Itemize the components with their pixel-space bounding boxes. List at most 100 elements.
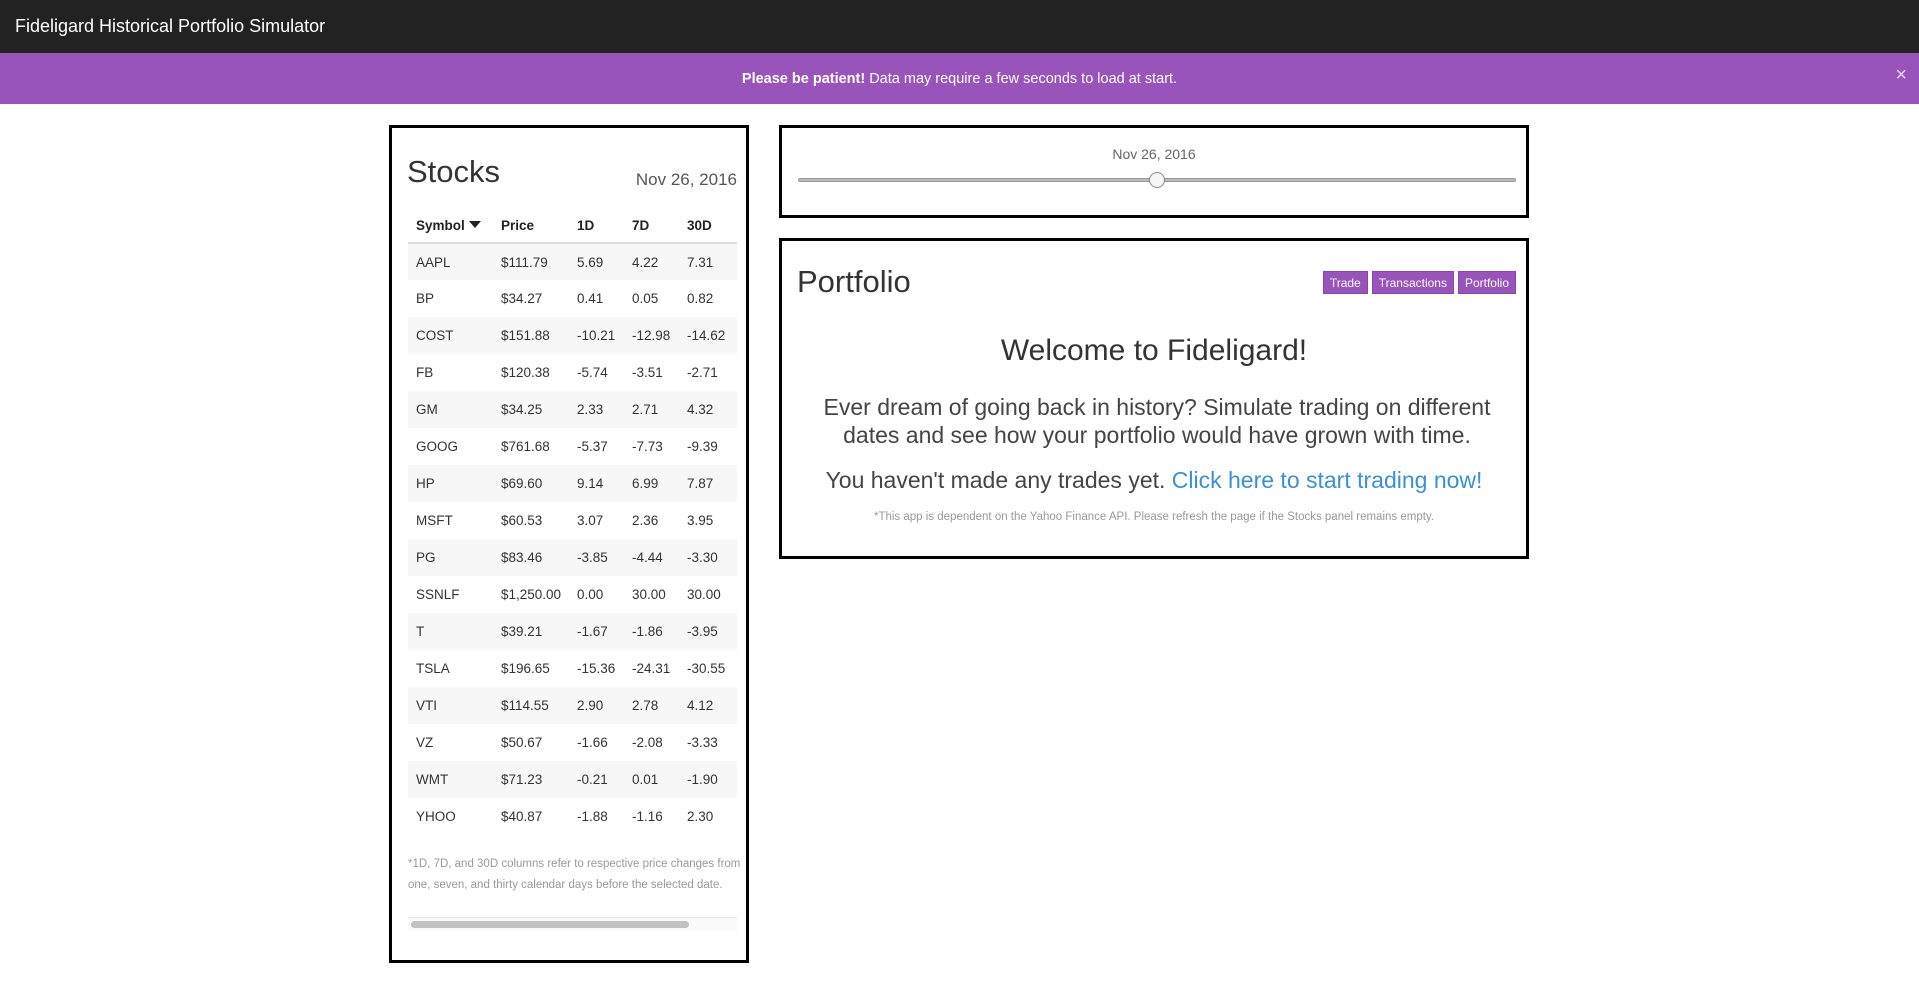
change-1d-cell: 2.90 xyxy=(569,687,624,724)
start-trading-link[interactable]: Click here to start trading now! xyxy=(1172,467,1483,493)
symbol-cell: VZ xyxy=(416,735,434,750)
change-30d-cell: 0.82 xyxy=(687,291,714,306)
price-cell: $83.46 xyxy=(493,539,569,576)
trade-button[interactable]: Trade xyxy=(1322,271,1368,294)
price-cell: $50.67 xyxy=(501,735,543,750)
no-trades-message: You haven't made any trades yet. Click h… xyxy=(782,467,1526,494)
column-header-1d[interactable]: 1D xyxy=(569,209,624,244)
price-cell: $34.27 xyxy=(501,291,543,306)
stocks-date: Nov 26, 2016 xyxy=(635,170,737,189)
stock-row[interactable]: BP $34.27 0.41 0.05 0.82 xyxy=(408,280,737,317)
change-7d-cell: -1.16 xyxy=(632,809,663,824)
slider-date-label: Nov 26, 2016 xyxy=(1112,146,1196,162)
stock-row[interactable]: VZ $50.67 -1.66 -2.08 -3.33 xyxy=(408,724,737,761)
change-1d-cell: 5.69 xyxy=(569,243,624,280)
change-1d-cell: -1.88 xyxy=(577,809,608,824)
change-30d-cell: -3.30 xyxy=(679,539,737,576)
change-30d-cell: 7.87 xyxy=(679,465,737,502)
price-cell: $761.68 xyxy=(501,439,550,454)
alert-bold-text: Please be patient! xyxy=(741,70,866,87)
symbol-cell: GM xyxy=(408,391,493,428)
change-7d-cell: 2.71 xyxy=(624,391,679,428)
change-30d-cell: -3.95 xyxy=(679,613,737,650)
symbol-cell: SSNLF xyxy=(416,587,460,602)
column-header-symbol[interactable]: Symbol xyxy=(408,209,493,244)
stock-row[interactable]: MSFT $60.53 3.07 2.36 3.95 xyxy=(408,502,737,539)
scrollbar-thumb[interactable] xyxy=(411,921,689,928)
close-icon[interactable]: × xyxy=(1895,65,1907,85)
change-30d-cell: -2.71 xyxy=(687,365,718,380)
change-7d-cell: -4.44 xyxy=(624,539,679,576)
change-7d-cell: 6.99 xyxy=(624,465,679,502)
change-1d-cell: 0.00 xyxy=(577,587,604,602)
symbol-cell: HP xyxy=(408,465,493,502)
stock-row[interactable]: T $39.21 -1.67 -1.86 -3.95 xyxy=(408,613,737,650)
horizontal-scrollbar[interactable] xyxy=(408,917,737,931)
app-title[interactable]: Fideligard Historical Portfolio Simulato… xyxy=(15,16,325,37)
alert-text: Data may require a few seconds to load a… xyxy=(869,70,1178,87)
change-30d-cell: -1.90 xyxy=(679,761,737,798)
change-1d-cell: -5.74 xyxy=(577,365,608,380)
symbol-cell: T xyxy=(408,613,493,650)
change-1d-cell: 9.14 xyxy=(569,465,624,502)
symbol-cell: FB xyxy=(416,365,434,380)
portfolio-title: Portfolio xyxy=(797,264,911,299)
date-slider-track[interactable] xyxy=(798,172,1516,188)
column-header-30d[interactable]: 30D xyxy=(679,209,737,244)
api-disclaimer: *This app is dependent on the Yahoo Fina… xyxy=(873,511,1434,523)
intro-text: Ever dream of going back in history? Sim… xyxy=(823,394,1491,448)
change-30d-cell: 4.32 xyxy=(679,391,737,428)
stock-row[interactable]: GM $34.25 2.33 2.71 4.32 xyxy=(408,391,737,428)
change-30d-cell: -30.55 xyxy=(687,661,726,676)
stock-row[interactable]: TSLA $196.65 -15.36 -24.31 -30.55 xyxy=(408,650,737,687)
column-header-7d[interactable]: 7D xyxy=(624,209,679,244)
stock-row[interactable]: SSNLF $1,250.00 0.00 30.00 30.00 xyxy=(408,576,737,613)
stock-row[interactable]: COST $151.88 -10.21 -12.98 -14.62 xyxy=(408,317,737,354)
navbar: Fideligard Historical Portfolio Simulato… xyxy=(0,0,1919,53)
stock-row[interactable]: PG $83.46 -3.85 -4.44 -3.30 xyxy=(408,539,737,576)
change-1d-cell: 0.41 xyxy=(577,291,604,306)
price-cell: $40.87 xyxy=(501,809,543,824)
change-7d-cell: -1.86 xyxy=(624,613,679,650)
stock-row[interactable]: HP $69.60 9.14 6.99 7.87 xyxy=(408,465,737,502)
change-7d-cell: -24.31 xyxy=(632,661,671,676)
change-7d-cell: -3.51 xyxy=(632,365,663,380)
price-cell: $114.55 xyxy=(493,687,569,724)
change-1d-cell: -1.66 xyxy=(577,735,608,750)
welcome-heading: Welcome to Fideligard! xyxy=(1000,334,1308,367)
symbol-cell: WMT xyxy=(408,761,493,798)
stocks-table: Symbol Price 1D 7D 30D AAPL $111.79 5.69 4.… xyxy=(408,209,737,835)
transactions-button[interactable]: Transactions xyxy=(1371,271,1454,294)
price-cell: $71.23 xyxy=(493,761,569,798)
price-cell: $151.88 xyxy=(493,317,569,354)
symbol-cell: GOOG xyxy=(416,439,459,454)
portfolio-button[interactable]: Portfolio xyxy=(1457,271,1516,294)
change-30d-cell: 30.00 xyxy=(687,587,721,602)
price-cell: $120.38 xyxy=(501,365,550,380)
stocks-footnote: *1D, 7D, and 30D columns refer to respec… xyxy=(408,858,741,891)
sort-desc-icon xyxy=(468,221,481,228)
stock-row[interactable]: YHOO $40.87 -1.88 -1.16 2.30 xyxy=(408,798,737,835)
change-1d-cell: -15.36 xyxy=(577,661,616,676)
change-7d-cell: 2.78 xyxy=(624,687,679,724)
date-slider-handle[interactable] xyxy=(1149,172,1165,188)
stock-row[interactable]: VTI $114.55 2.90 2.78 4.12 xyxy=(408,687,737,724)
price-cell: $39.21 xyxy=(493,613,569,650)
portfolio-panel: Portfolio Trade Transactions Portfolio W… xyxy=(779,238,1529,559)
stock-row[interactable]: AAPL $111.79 5.69 4.22 7.31 xyxy=(408,243,737,280)
stocks-panel: Stocks Nov 26, 2016 Symbol Price 1D 7D 3… xyxy=(389,125,749,963)
change-30d-cell: 3.95 xyxy=(687,513,714,528)
column-header-price[interactable]: Price xyxy=(493,209,569,244)
date-slider-panel: Nov 26, 2016 xyxy=(779,125,1529,218)
change-7d-cell: -2.08 xyxy=(632,735,663,750)
symbol-cell: VTI xyxy=(408,687,493,724)
change-1d-cell: 3.07 xyxy=(577,513,604,528)
loading-alert: Please be patient! Data may require a fe… xyxy=(0,53,1919,104)
stock-row[interactable]: WMT $71.23 -0.21 0.01 -1.90 xyxy=(408,761,737,798)
stock-row[interactable]: GOOG $761.68 -5.37 -7.73 -9.39 xyxy=(408,428,737,465)
stock-row[interactable]: FB $120.38 -5.74 -3.51 -2.71 xyxy=(408,354,737,391)
change-30d-cell: 7.31 xyxy=(679,243,737,280)
change-30d-cell: -3.33 xyxy=(687,735,718,750)
change-1d-cell: -0.21 xyxy=(569,761,624,798)
symbol-cell: AAPL xyxy=(408,243,493,280)
